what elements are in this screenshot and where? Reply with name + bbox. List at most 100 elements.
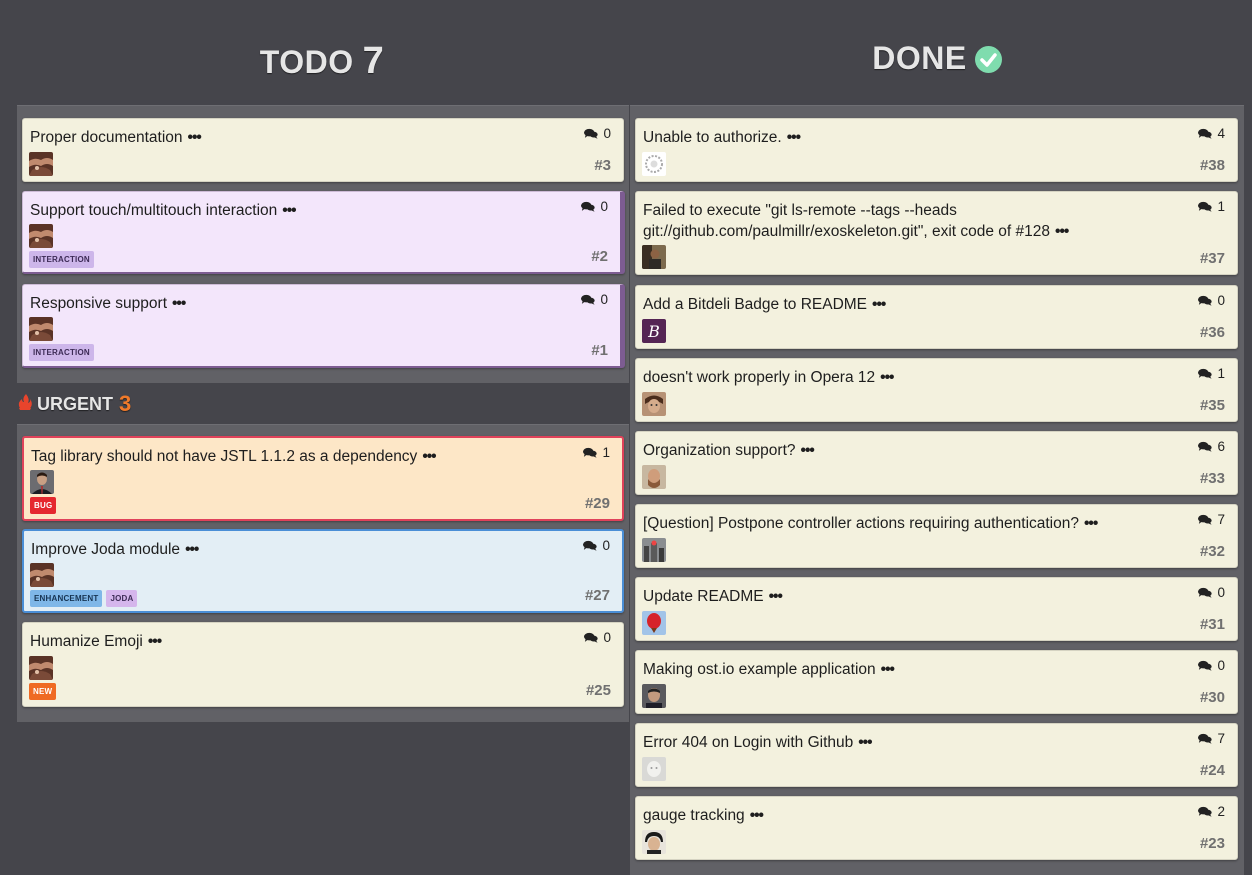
todo-title: TODO [259, 44, 354, 80]
more-dots[interactable]: ••• [858, 734, 872, 751]
label-interaction[interactable]: INTERACTION [29, 251, 94, 268]
comment-count[interactable]: 1 [583, 445, 610, 460]
issue-number[interactable]: #31 [1200, 616, 1225, 633]
more-dots[interactable]: ••• [801, 442, 815, 459]
comment-count[interactable]: 0 [583, 538, 610, 553]
label-joda[interactable]: JODA [106, 590, 138, 607]
comment-count[interactable]: 0 [1198, 585, 1225, 600]
label-bug[interactable]: BUG [30, 497, 57, 514]
more-dots[interactable]: ••• [282, 202, 296, 219]
issue-card[interactable]: Unable to authorize. ••• 4 #38 [635, 118, 1238, 182]
issue-number[interactable]: #36 [1200, 324, 1225, 341]
flame-icon [17, 393, 33, 416]
more-dots[interactable]: ••• [148, 633, 162, 650]
comment-count[interactable]: 0 [584, 630, 611, 645]
issue-number[interactable]: #27 [585, 587, 610, 604]
more-dots[interactable]: ••• [188, 129, 202, 146]
issue-number[interactable]: #25 [586, 682, 611, 699]
issue-number[interactable]: #35 [1200, 397, 1225, 414]
more-dots[interactable]: ••• [750, 807, 764, 824]
comment-count[interactable]: 1 [1198, 199, 1225, 214]
issue-card[interactable]: Error 404 on Login with Github ••• 7 #24 [635, 723, 1238, 787]
comment-bubbles-icon [1198, 441, 1212, 452]
avatar[interactable] [642, 465, 666, 489]
issue-card[interactable]: doesn't work properly in Opera 12 ••• 1 #… [635, 358, 1238, 422]
issue-card[interactable]: Add a Bitdeli Badge to README ••• 0 #36 [635, 285, 1238, 349]
more-dots[interactable]: ••• [769, 588, 783, 605]
urgent-count: 3 [119, 391, 132, 416]
more-dots[interactable]: ••• [172, 295, 186, 312]
issue-number[interactable]: #32 [1200, 543, 1225, 560]
comment-count[interactable]: 0 [584, 126, 611, 141]
issue-card[interactable]: gauge tracking ••• 2 #23 [635, 796, 1238, 860]
issue-card[interactable]: Proper documentation ••• 0 #3 [22, 118, 624, 182]
avatar[interactable] [642, 538, 666, 562]
bitdeli-avatar[interactable] [642, 319, 666, 343]
issue-number[interactable]: #33 [1200, 470, 1225, 487]
more-dots[interactable]: ••• [872, 296, 886, 313]
label-list: INTERACTION [29, 251, 94, 268]
issue-number[interactable]: #23 [1200, 835, 1225, 852]
issue-number[interactable]: #29 [585, 495, 610, 512]
avatar[interactable] [30, 470, 54, 494]
more-dots[interactable]: ••• [1055, 223, 1069, 240]
avatar[interactable] [642, 830, 666, 854]
avatar[interactable] [30, 563, 54, 587]
issue-card[interactable]: Failed to execute "git ls-remote --tags … [635, 191, 1238, 275]
more-dots[interactable]: ••• [881, 661, 895, 678]
avatar[interactable] [29, 317, 53, 341]
issue-number[interactable]: #2 [591, 248, 608, 265]
avatar[interactable] [642, 152, 666, 176]
issue-card[interactable]: Improve Joda module ••• 0 ENHANCEMENT JOD… [22, 529, 624, 613]
done-column-title: DONE [632, 40, 1242, 77]
issue-card[interactable]: Humanize Emoji ••• 0 NEW #25 [22, 622, 624, 707]
issue-number[interactable]: #30 [1200, 689, 1225, 706]
issue-number[interactable]: #24 [1200, 762, 1225, 779]
avatar[interactable] [642, 684, 666, 708]
comment-count[interactable]: 7 [1198, 512, 1225, 527]
avatar[interactable] [642, 757, 666, 781]
comment-bubbles-icon [583, 540, 597, 551]
issue-card[interactable]: Making ost.io example application ••• 0 #… [635, 650, 1238, 714]
avatar[interactable] [642, 611, 666, 635]
issue-card[interactable]: Responsive support ••• 0 INTERACTION #1 [22, 284, 625, 368]
more-dots[interactable]: ••• [422, 448, 436, 465]
avatar[interactable] [29, 224, 53, 248]
label-new[interactable]: NEW [29, 683, 57, 700]
issue-card[interactable]: Organization support? ••• 6 #33 [635, 431, 1238, 495]
issue-title: Unable to authorize. [643, 129, 782, 146]
issue-title: Making ost.io example application [643, 661, 876, 678]
issue-number[interactable]: #37 [1200, 250, 1225, 267]
issue-number[interactable]: #38 [1200, 157, 1225, 174]
comment-count[interactable]: 7 [1198, 731, 1225, 746]
comment-count-value: 4 [1217, 126, 1225, 141]
more-dots[interactable]: ••• [880, 369, 894, 386]
done-title: DONE [872, 40, 967, 76]
issue-card[interactable]: Tag library should not have JSTL 1.1.2 a… [22, 436, 624, 521]
issue-card[interactable]: [Question] Postpone controller actions r… [635, 504, 1238, 568]
label-enhancement[interactable]: ENHANCEMENT [30, 590, 103, 607]
comment-bubbles-icon [1198, 128, 1212, 139]
comment-count[interactable]: 0 [1198, 293, 1225, 308]
comment-count[interactable]: 0 [1198, 658, 1225, 673]
avatar[interactable] [642, 392, 666, 416]
more-dots[interactable]: ••• [185, 541, 199, 558]
issue-number[interactable]: #1 [591, 342, 608, 359]
issue-number[interactable]: #3 [594, 157, 611, 174]
avatar[interactable] [29, 656, 53, 680]
comment-count[interactable]: 1 [1198, 366, 1225, 381]
comment-count[interactable]: 4 [1198, 126, 1225, 141]
issue-card[interactable]: Update README ••• 0 #31 [635, 577, 1238, 641]
avatar[interactable] [642, 245, 666, 269]
issue-title: Proper documentation [30, 129, 183, 146]
more-dots[interactable]: ••• [787, 129, 801, 146]
comment-count[interactable]: 0 [581, 292, 608, 307]
issue-card[interactable]: Support touch/multitouch interaction ••• … [22, 191, 625, 274]
avatar[interactable] [29, 152, 53, 176]
comment-count-value: 0 [600, 199, 608, 214]
label-interaction[interactable]: INTERACTION [29, 344, 94, 361]
comment-count[interactable]: 0 [581, 199, 608, 214]
comment-count[interactable]: 6 [1198, 439, 1225, 454]
more-dots[interactable]: ••• [1084, 515, 1098, 532]
comment-count[interactable]: 2 [1198, 804, 1225, 819]
